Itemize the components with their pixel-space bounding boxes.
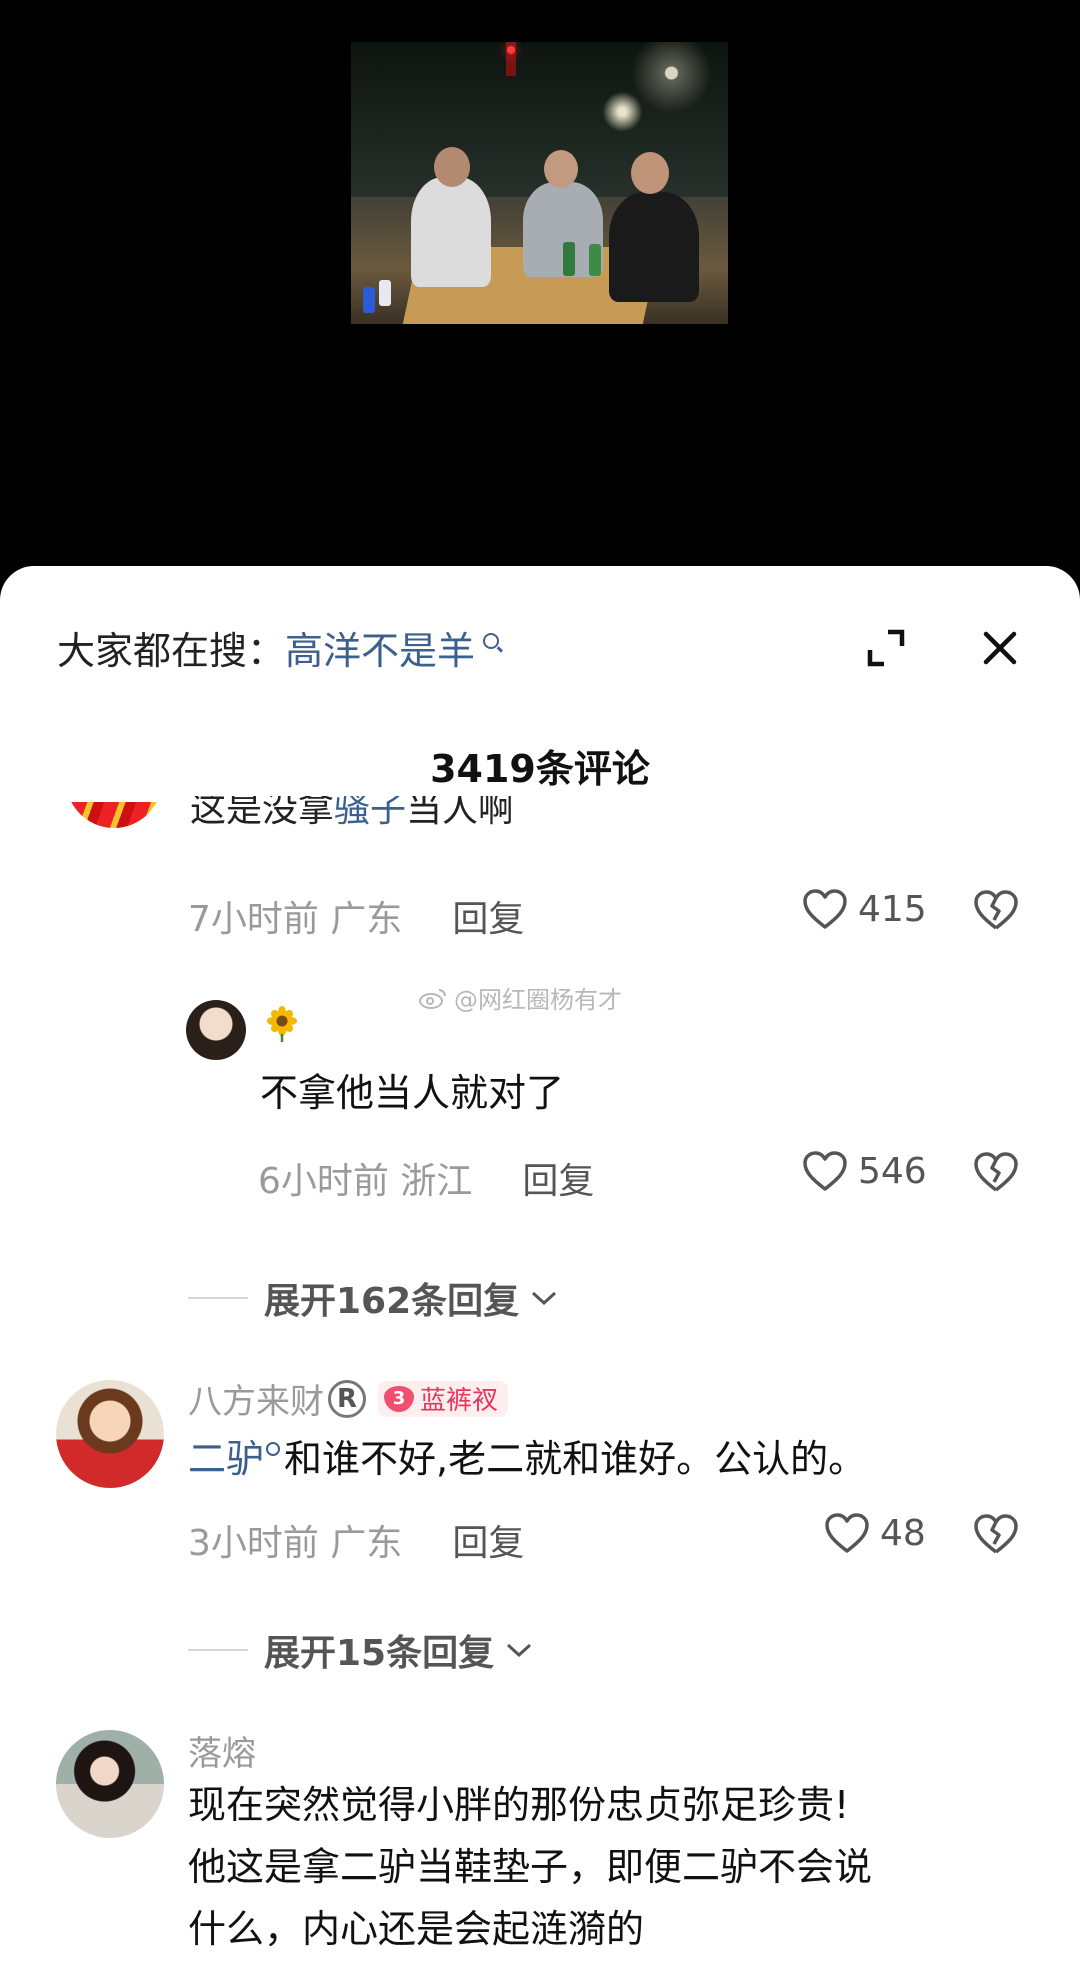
reply-location: 浙江 [400, 1161, 473, 1202]
search-term-link[interactable]: 二驴 [188, 1437, 264, 1481]
search-prefix: 大家都在搜： [57, 628, 286, 673]
comment-time: 3小时前 [188, 1523, 319, 1564]
expand-replies-button[interactable]: 展开162条回复 [188, 1272, 559, 1324]
reply-text: 不拿他当人就对了 [260, 1071, 565, 1115]
like-count: 48 [880, 1512, 926, 1554]
comment-count: 3419条评论 [430, 747, 650, 791]
broken-heart-icon[interactable] [973, 1512, 1019, 1556]
video-area[interactable] [0, 0, 1080, 566]
broken-heart-icon[interactable] [973, 1150, 1019, 1194]
video-frame-photo [351, 42, 728, 324]
comments-sheet: 大家都在搜： 高洋不是羊 3419条评论 这是没拿骚子当人啊 7小时前 广东 回… [0, 566, 1080, 1988]
comment-location: 广东 [330, 899, 403, 940]
reply-button[interactable]: 回复 [452, 890, 524, 942]
close-icon[interactable] [980, 628, 1020, 668]
chevron-down-icon [532, 1291, 557, 1306]
like-button[interactable]: 546 [802, 1150, 927, 1192]
like-count: 415 [858, 888, 927, 930]
username[interactable]: 八方来财 R 3 蓝裤衩 [188, 1374, 509, 1423]
reply-button[interactable]: 回复 [452, 1514, 524, 1566]
comment-time: 7小时前 [188, 899, 319, 940]
search-term-link[interactable]: 骚子 [334, 796, 406, 830]
comment-text: 这是没拿骚子当人啊 [190, 796, 890, 838]
fan-badge[interactable]: 3 蓝裤衩 [378, 1380, 509, 1417]
comment-meta: 3小时前 广东 回复 [188, 1514, 524, 1566]
chevron-down-icon [507, 1643, 532, 1658]
reply-button[interactable]: 回复 [522, 1152, 594, 1204]
heart-icon [803, 1151, 847, 1191]
reply-meta: 6小时前 浙江 回复 [258, 1152, 594, 1204]
reply-time: 6小时前 [258, 1161, 389, 1202]
like-button[interactable]: 415 [802, 888, 927, 930]
heart-icon [803, 889, 847, 929]
like-button[interactable]: 48 [824, 1512, 926, 1554]
comment-text: 现在突然觉得小胖的那份忠贞弥足珍贵! 他这是拿二驴当鞋垫子，即便二驴不会说 什么… [188, 1783, 873, 1951]
broken-heart-icon[interactable] [973, 888, 1019, 932]
weibo-icon [419, 988, 446, 1009]
search-suggestion[interactable]: 大家都在搜： 高洋不是羊 [57, 620, 500, 675]
avatar[interactable] [56, 1380, 164, 1488]
expand-label: 展开15条回复 [264, 1633, 495, 1674]
registered-icon: R [328, 1379, 366, 1418]
like-count: 546 [858, 1150, 927, 1192]
watermark: @网红圈杨有才 [418, 980, 622, 1015]
username[interactable]: 落熔 [188, 1726, 256, 1775]
search-icon [483, 633, 500, 649]
comment-meta: 7小时前 广东 回复 [188, 890, 524, 942]
avatar[interactable] [186, 1000, 246, 1060]
search-term-link[interactable]: 高洋不是羊 [285, 620, 475, 675]
avatar[interactable] [66, 802, 162, 828]
expand-label: 展开162条回复 [264, 1281, 520, 1322]
comment-text: 二驴 和谁不好,老二就和谁好。公认的。 [188, 1437, 867, 1481]
expand-icon[interactable] [866, 628, 906, 668]
search-icon [266, 1442, 281, 1456]
comment-location: 广东 [330, 1523, 403, 1564]
expand-replies-button[interactable]: 展开15条回复 [188, 1624, 534, 1676]
heart-icon [825, 1513, 869, 1553]
sunflower-icon [267, 1006, 297, 1042]
avatar[interactable] [56, 1730, 164, 1838]
